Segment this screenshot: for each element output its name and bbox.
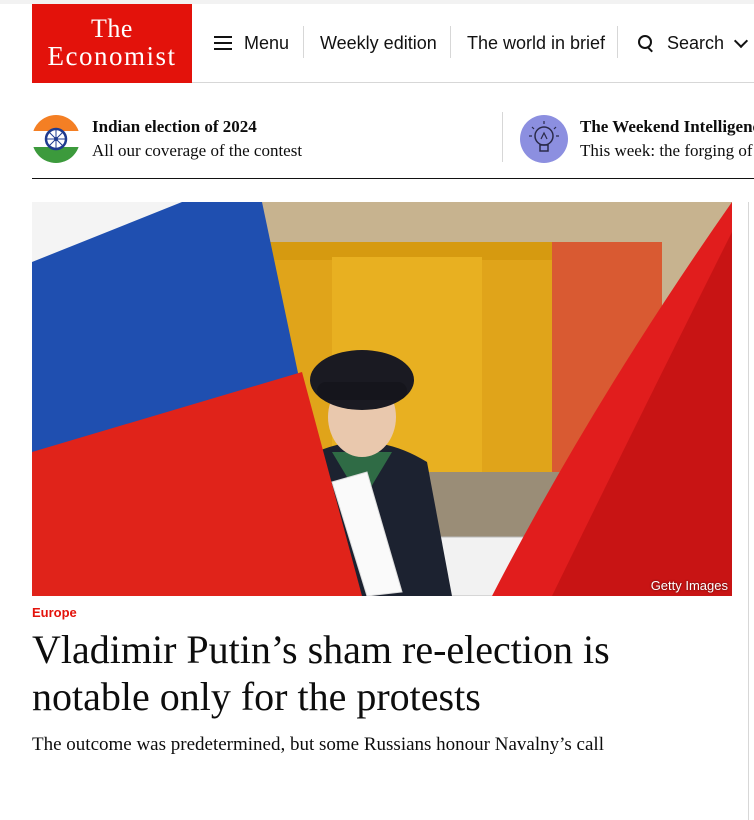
search-icon [637,34,655,53]
promo-title: Indian election of 2024 [92,117,257,136]
promo-title: The Weekend Intelligence [580,117,754,136]
article-image[interactable]: Getty Images [32,202,732,596]
column-divider [748,202,749,820]
promo-strip: Indian election of 2024 All our coverage… [32,112,754,179]
search-label: Search [667,32,725,53]
promo-weekend-intelligence[interactable]: The Weekend Intelligence This week: the … [520,114,754,164]
nav-divider [303,26,304,58]
search-button[interactable]: Search [637,28,749,58]
chevron-down-icon [733,33,749,48]
world-in-brief-label: The world in brief [467,32,606,53]
nav-divider [617,26,618,58]
promo-indian-election[interactable]: Indian election of 2024 All our coverage… [32,114,302,164]
weekly-edition-label: Weekly edition [320,32,437,53]
section-label[interactable]: Europe [32,605,77,620]
menu-label: Menu [244,32,290,53]
world-in-brief-link[interactable]: The world in brief [467,28,605,58]
logo-line-2: Economist [47,41,177,71]
article-headline[interactable]: Vladimir Putin’s sham re-election is not… [32,626,732,720]
article-standfirst: The outcome was predetermined, but some … [32,734,604,755]
promo-subtitle: All our coverage of the contest [92,141,303,160]
menu-button[interactable]: Menu [214,28,289,58]
nav-divider [450,26,451,58]
promo-subtitle: This week: the forging of [580,141,753,160]
promo-divider [502,112,503,162]
voting-booth-photo [32,202,732,596]
lightbulb-icon [520,115,568,163]
image-credit: Getty Images [650,578,728,593]
top-navigation: Menu Weekly edition The world in brief S… [192,4,754,83]
economist-logo[interactable]: The Economist [32,4,192,83]
hamburger-icon [214,36,232,50]
india-flag-icon [32,115,80,163]
logo-line-1: The [91,14,133,43]
weekly-edition-link[interactable]: Weekly edition [320,28,437,58]
